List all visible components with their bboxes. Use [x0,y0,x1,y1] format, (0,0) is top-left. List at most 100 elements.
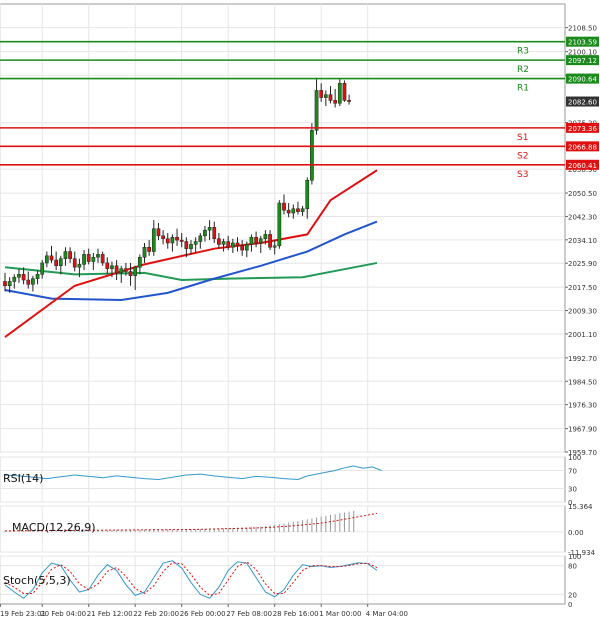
candle-body [21,274,26,281]
y-tick-label-rsi: 70 [568,468,577,476]
candle-body [147,246,152,252]
y-tick-label-main: 2034.10 [568,237,597,245]
level-label-s3: S3 [517,170,528,180]
level-price-r3: 2103.59 [568,39,597,47]
candle-body [175,237,179,241]
level-price-s2: 2066.88 [568,143,597,151]
candle-body [68,251,72,259]
candle-body [193,241,198,245]
candle-body [170,237,175,244]
candle-body [244,244,249,251]
level-price-r2: 2097.12 [568,57,597,65]
candle-body [291,208,296,214]
candle-body [35,274,40,279]
candle-body [96,254,100,258]
candle-body [63,251,68,259]
y-tick-label-rsi: 100 [568,454,581,462]
x-tick-label: 1 Mar 00:00 [319,610,361,618]
candle-body [138,256,142,268]
y-tick-label-rsi: 30 [568,486,577,494]
stoch-label: Stoch(5,5,3) [3,574,71,587]
candle-body [217,238,221,245]
candle-body [319,90,324,98]
y-tick-label-main: 1984.50 [568,378,597,386]
candle-body [231,242,235,248]
candle-body [179,239,184,242]
candle-body [189,244,193,249]
x-tick-label: 28 Feb 16:00 [273,610,319,618]
candle-body [86,254,91,262]
candle-body [165,238,170,244]
x-tick-label: 21 Feb 12:00 [87,610,133,618]
level-price-s1: 2073.36 [568,125,597,133]
candle-body [272,245,277,248]
y-tick-label-macd: 15.364 [568,503,593,511]
y-tick-label-main: 1967.90 [568,426,597,434]
candle-body [100,254,105,264]
y-tick-label-main: 1992.70 [568,355,597,363]
candle-body [151,228,156,252]
candle-body [17,274,21,278]
candle-body [226,241,231,248]
level-label-r3: R3 [517,47,529,57]
candle-body [161,235,165,239]
candle-body [198,235,203,242]
candle-body [286,209,291,214]
candle-body [124,268,128,272]
y-tick-label-main: 2108.50 [568,25,597,33]
candle-body [119,268,124,274]
candle-body [254,237,258,244]
candle-body [347,100,351,102]
candle-body [3,281,7,286]
candle-body [91,256,96,262]
x-tick-label: 27 Feb 08:00 [226,610,272,618]
candle-body [128,271,133,277]
x-tick-label: 19 Feb 23:01 [0,610,46,618]
candle-body [314,90,319,131]
y-tick-label-main: 2017.50 [568,284,597,292]
y-tick-label-main: 2001.10 [568,331,597,339]
y-tick-label-stoch: 20 [568,591,577,599]
candle-body [300,208,305,212]
candle-body [72,258,77,268]
candle-body [305,179,310,210]
candle-body [156,228,161,237]
trading-chart: 2108.502100.102091.802075.202058.902050.… [0,0,600,622]
candle-body [310,130,314,181]
x-tick-label: 4 Mar 04:00 [366,610,408,618]
candle-body [203,229,207,237]
candle-body [221,241,226,245]
level-label-s1: S1 [517,133,528,143]
candle-body [337,83,342,104]
candle-body [133,266,138,277]
y-tick-label-main: 2009.30 [568,308,597,316]
candle-body [7,281,12,286]
y-tick-label-macd: 0.00 [568,529,584,537]
candle-body [258,238,263,244]
candle-body [45,255,49,264]
candle-body [328,94,333,101]
y-tick-label-main: 1976.30 [568,402,597,410]
chart-svg: 2108.502100.102091.802075.202058.902050.… [0,0,600,622]
y-tick-label-stoch: 100 [568,553,581,561]
candle-body [82,254,86,265]
x-tick-label: 22 Feb 20:00 [133,610,179,618]
candle-body [296,208,300,212]
candle-body [212,227,217,239]
candle-body [207,227,212,231]
candle-body [114,265,119,274]
level-label-r1: R1 [517,84,529,94]
candle-body [240,245,245,251]
candle-body [49,255,54,261]
candle-body [54,259,58,267]
candle-body [40,262,45,275]
candle-body [142,246,147,258]
candle-body [324,94,328,98]
candle-body [184,241,189,249]
candle-body [268,234,272,248]
candle-body [31,278,35,285]
candle-body [58,258,63,267]
x-tick-label: 20 Feb 04:00 [40,610,86,618]
candle-body [263,234,268,239]
candle-body [235,242,240,247]
